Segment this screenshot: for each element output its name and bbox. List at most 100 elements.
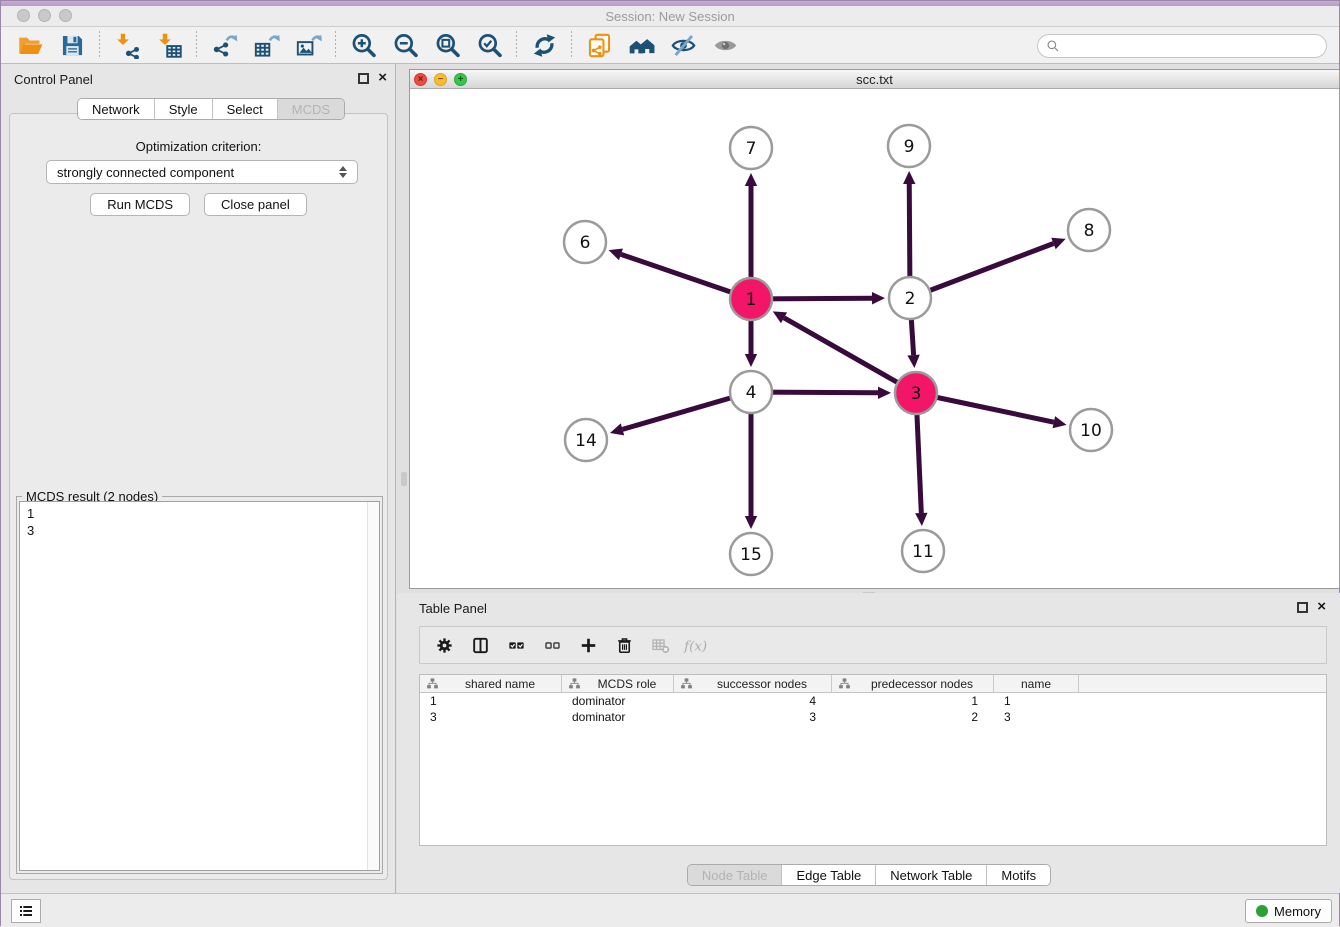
column-header-name[interactable]: name [994, 675, 1079, 692]
run-mcds-button[interactable]: Run MCDS [90, 193, 190, 216]
table-row[interactable]: 3dominator323 [420, 709, 1326, 725]
float-panel-icon[interactable] [1297, 602, 1308, 613]
float-panel-icon[interactable] [358, 73, 369, 84]
graph-arrowhead-icon [878, 387, 891, 399]
column-header-predecessor-nodes[interactable]: predecessor nodes [832, 675, 994, 692]
graph-arrowhead-icon [915, 513, 927, 526]
mcds-result-text[interactable]: 1 3 [19, 501, 380, 871]
tab-node-table[interactable]: Node Table [688, 865, 783, 885]
search-input[interactable] [1065, 39, 1318, 53]
network-window-titlebar[interactable]: × − + scc.txt [410, 70, 1339, 89]
close-panel-button[interactable]: Close panel [204, 193, 307, 216]
criterion-dropdown[interactable]: strongly connected component [46, 160, 358, 184]
table-cell[interactable]: 1 [994, 693, 1079, 709]
zoom-in-button[interactable] [342, 29, 384, 61]
graph-edge-3-1[interactable] [784, 318, 916, 393]
column-header-shared-name[interactable]: shared name [420, 675, 562, 692]
show-all-columns-button[interactable] [500, 630, 532, 660]
add-icon [579, 636, 598, 655]
clone-network-icon [586, 32, 613, 59]
refresh-icon [531, 32, 558, 59]
control-panel: Control Panel × Optimization criterion: … [1, 64, 396, 893]
graph-node-label: 1 [746, 290, 757, 310]
apply-layout-button[interactable] [523, 29, 565, 61]
zoom-fit-icon [434, 32, 461, 59]
table-cell[interactable]: 3 [420, 709, 562, 725]
zoom-selected-button[interactable] [468, 29, 510, 61]
hide-all-columns-button[interactable] [536, 630, 568, 660]
first-neighbors-button[interactable] [620, 29, 662, 61]
zoom-in-icon [350, 32, 377, 59]
tab-style[interactable]: Style [155, 99, 213, 119]
workspace-area: × − + scc.txt 7968124314101511 Table Pan… [397, 64, 1340, 893]
clone-network-button[interactable] [578, 29, 620, 61]
result-scrollbar[interactable] [367, 502, 379, 870]
tab-select[interactable]: Select [213, 99, 278, 119]
node-table: shared nameMCDS role successor nodesprede… [419, 674, 1327, 846]
tab-motifs[interactable]: Motifs [987, 865, 1050, 885]
tab-edge-table[interactable]: Edge Table [782, 865, 876, 885]
graph-arrowhead-icon [745, 173, 757, 186]
toolbar-separator [335, 31, 336, 59]
toolbar-separator [196, 31, 197, 59]
table-cell[interactable]: 1 [420, 693, 562, 709]
export-table-button[interactable] [245, 29, 287, 61]
status-bar: Memory [1, 893, 1339, 927]
table-cell[interactable]: 4 [674, 693, 832, 709]
graph-edge-2-8[interactable] [910, 243, 1053, 298]
open-session-button[interactable] [9, 29, 51, 61]
delete-column-button[interactable] [608, 630, 640, 660]
export-network-button[interactable] [203, 29, 245, 61]
table-cell[interactable]: 3 [674, 709, 832, 725]
tab-network-table[interactable]: Network Table [876, 865, 987, 885]
save-session-button[interactable] [51, 29, 93, 61]
toggle-column-panel-button[interactable] [464, 630, 496, 660]
memory-status-icon [1256, 905, 1268, 917]
import-table-icon [156, 32, 183, 59]
table-cell[interactable]: 2 [832, 709, 994, 725]
table-cell[interactable]: 1 [832, 693, 994, 709]
table-options-button[interactable] [428, 630, 460, 660]
tab-mcds[interactable]: MCDS [278, 99, 344, 119]
export-image-button[interactable] [287, 29, 329, 61]
table-cell[interactable]: 3 [994, 709, 1079, 725]
show-all-button[interactable] [704, 29, 746, 61]
column-header-label: name [994, 677, 1078, 691]
create-column-button[interactable] [572, 630, 604, 660]
split-divider-handle[interactable] [401, 472, 407, 486]
hide-columns-icon [543, 636, 562, 655]
houses-icon [628, 32, 655, 59]
column-header-successor-nodes[interactable]: successor nodes [674, 675, 832, 692]
zoom-fit-button[interactable] [426, 29, 468, 61]
hide-selected-button[interactable] [662, 29, 704, 61]
import-network-button[interactable] [106, 29, 148, 61]
memory-button[interactable]: Memory [1245, 899, 1332, 923]
fx-icon: f(x) [680, 636, 712, 655]
zoom-out-button[interactable] [384, 29, 426, 61]
network-canvas[interactable]: 7968124314101511 [410, 89, 1339, 588]
column-header-mcds-role[interactable]: MCDS role [562, 675, 674, 692]
export-network-icon [211, 32, 238, 59]
table-row[interactable]: 1dominator411 [420, 693, 1326, 709]
graph-node-label: 8 [1084, 221, 1095, 241]
search-field[interactable] [1037, 34, 1327, 58]
task-history-button[interactable] [11, 899, 41, 923]
criterion-value: strongly connected component [57, 165, 339, 180]
control-panel-header: Control Panel × [1, 64, 395, 94]
close-panel-icon[interactable]: × [378, 68, 387, 88]
table-cell[interactable]: dominator [562, 709, 674, 725]
window-title: Session: New Session [1, 9, 1339, 24]
graph-arrowhead-icon [745, 354, 757, 367]
import-table-button[interactable] [148, 29, 190, 61]
graph-node-label: 11 [912, 542, 934, 562]
table-header-row: shared nameMCDS role successor nodesprede… [420, 674, 1326, 693]
column-header-label: successor nodes [693, 677, 831, 691]
close-panel-icon[interactable]: × [1317, 597, 1326, 617]
tab-network[interactable]: Network [78, 99, 155, 119]
svg-text:f(x): f(x) [683, 639, 707, 654]
table-cell[interactable]: dominator [562, 693, 674, 709]
table-tabs: Node TableEdge TableNetwork TableMotifs [687, 864, 1051, 886]
toolbar-separator [516, 31, 517, 59]
mcds-buttons-row: Run MCDS Close panel [10, 193, 387, 216]
show-eye-icon [712, 32, 739, 59]
